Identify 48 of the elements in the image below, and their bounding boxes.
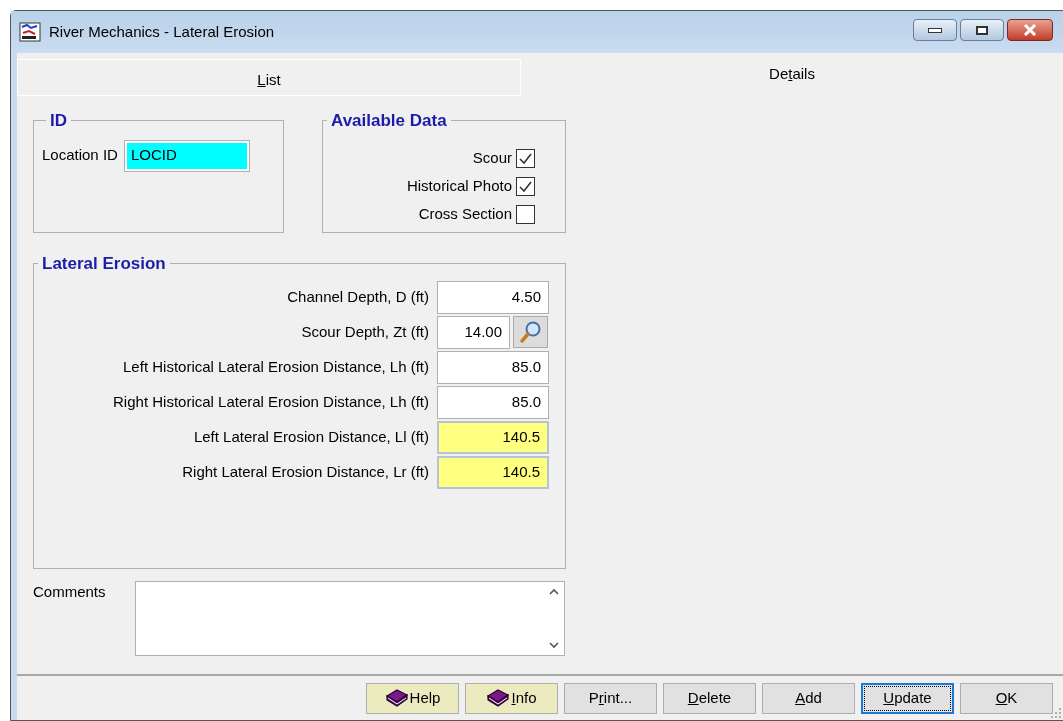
scroll-down-icon[interactable]	[549, 642, 559, 649]
checkbox-label: Historical Photo	[406, 176, 512, 197]
book-icon	[384, 688, 409, 708]
group-title: Lateral Erosion	[42, 254, 166, 273]
maximize-button[interactable]	[960, 19, 1004, 41]
value-field: 140.5	[437, 455, 549, 489]
tab[interactable]: List	[17, 59, 521, 96]
field-label: Channel Depth, D (ft)	[287, 286, 429, 307]
value-field[interactable]: 85.0	[437, 385, 549, 419]
comments-label: Comments	[33, 582, 107, 602]
checkbox-label: Scour	[472, 148, 512, 169]
field-label: Scour Depth, Zt (ft)	[301, 321, 429, 342]
minimize-button[interactable]	[913, 19, 957, 41]
field-label: Left Historical Lateral Erosion Distance, Lh (ft)	[123, 356, 429, 377]
comments-field[interactable]	[135, 581, 565, 656]
checkbox[interactable]	[516, 149, 535, 168]
check-icon	[519, 153, 532, 164]
search-icon	[518, 319, 543, 344]
resize-grip-icon[interactable]	[1050, 707, 1062, 719]
group-title: ID	[50, 111, 67, 130]
app-icon	[19, 21, 41, 43]
action-button[interactable]: OK	[960, 682, 1053, 714]
check-icon	[519, 181, 532, 192]
field-label: Right Historical Lateral Erosion Distance, Lh (ft)	[113, 391, 429, 412]
value-field[interactable]: 4.50	[437, 280, 549, 314]
field-label: Location ID	[42, 145, 118, 166]
checkbox[interactable]	[516, 177, 535, 196]
group-title: Available Data	[331, 111, 447, 130]
value-field: 140.5	[437, 420, 549, 454]
value-field[interactable]: 85.0	[437, 350, 549, 384]
close-icon	[1023, 24, 1037, 36]
search-button[interactable]	[513, 315, 548, 348]
action-button[interactable]: Info	[465, 682, 558, 714]
action-button[interactable]: Help	[366, 682, 459, 714]
action-button[interactable]: Update	[861, 682, 954, 714]
field-label: Right Lateral Erosion Distance, Lr (ft)	[182, 461, 429, 482]
scroll-up-icon[interactable]	[549, 588, 559, 595]
action-button[interactable]: Print...	[564, 682, 657, 714]
action-button[interactable]: Delete	[663, 682, 756, 714]
checkbox-label: Cross Section	[418, 204, 512, 225]
field-label: Left Lateral Erosion Distance, Ll (ft)	[193, 426, 429, 447]
close-button[interactable]	[1007, 19, 1053, 41]
book-icon	[486, 688, 511, 708]
location-id-field[interactable]: LOCID	[123, 139, 250, 172]
checkbox[interactable]	[516, 205, 535, 224]
value-field[interactable]: 14.00	[437, 315, 510, 349]
action-button[interactable]: Add	[762, 682, 855, 714]
window-title: River Mechanics - Lateral Erosion	[49, 21, 276, 42]
